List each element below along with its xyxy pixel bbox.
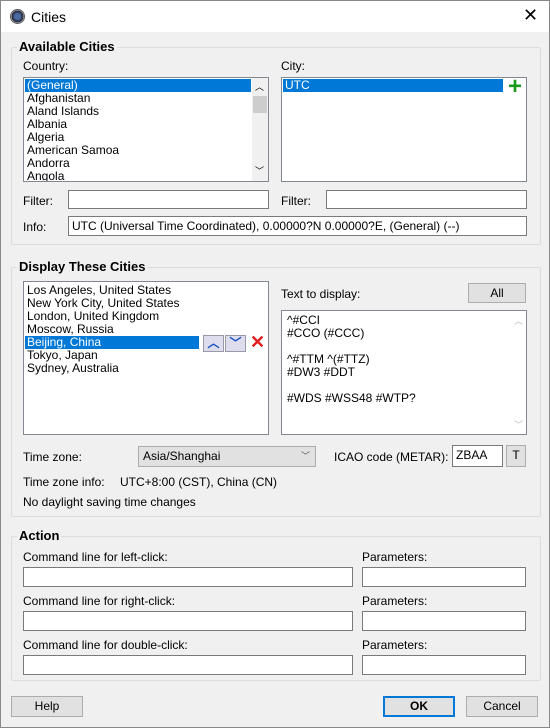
parameters-label: Parameters: xyxy=(362,594,428,608)
info-field: UTC (Universal Time Coordinated), 0.0000… xyxy=(68,216,527,236)
help-button[interactable]: Help xyxy=(11,696,83,717)
action-title: Action xyxy=(17,528,62,543)
text-line: #WDS #WSS48 #WTP? xyxy=(287,391,416,405)
window-title: Cities xyxy=(31,9,67,25)
parameters-label: Parameters: xyxy=(362,550,428,564)
country-list[interactable]: (General) Afghanistan Aland Islands Albania… xyxy=(23,77,269,182)
text-line: #DW3 #DDT xyxy=(287,365,356,379)
display-city-item[interactable]: Sydney, Australia xyxy=(25,362,267,375)
command-input[interactable] xyxy=(23,567,353,587)
city-item[interactable]: UTC xyxy=(283,79,503,92)
parameters-input[interactable] xyxy=(362,655,526,675)
command-label: Command line for right-click: xyxy=(23,594,176,608)
close-button[interactable]: ✕ xyxy=(523,5,538,26)
info-label: Info: xyxy=(23,220,47,234)
dst-text: No daylight saving time changes xyxy=(23,495,196,509)
parameters-input[interactable] xyxy=(362,611,526,631)
command-label: Command line for left-click: xyxy=(23,550,168,564)
ok-button[interactable]: OK xyxy=(383,696,455,717)
parameters-label: Parameters: xyxy=(362,638,428,652)
scroll-up-icon[interactable]: ︿ xyxy=(255,80,264,93)
tzinfo-label: Time zone info: xyxy=(23,475,105,489)
parameters-input[interactable] xyxy=(362,567,526,587)
globe-icon xyxy=(10,9,25,24)
city-filter-input[interactable] xyxy=(326,190,527,209)
move-down-icon[interactable]: ﹀ xyxy=(225,335,246,352)
display-cities-title: Display These Cities xyxy=(17,259,148,274)
text-to-display-textarea[interactable]: ^#CCI #CCO (#CCC) ^#TTM ^(#TTZ) #DW3 #DDT #W… xyxy=(281,310,527,435)
scroll-down-icon[interactable]: ﹀ xyxy=(255,164,264,177)
scroll-down-icon[interactable]: ﹀ xyxy=(514,418,523,431)
country-filter-input[interactable] xyxy=(68,190,269,209)
remove-icon[interactable]: ✕ xyxy=(247,333,268,352)
add-city-icon[interactable]: + xyxy=(505,78,525,99)
cancel-button[interactable]: Cancel xyxy=(466,696,538,717)
country-scrollbar[interactable]: ︿ ﹀ xyxy=(252,78,268,181)
command-input[interactable] xyxy=(23,611,353,631)
move-up-icon[interactable]: ︿ xyxy=(203,335,224,352)
all-button[interactable]: All xyxy=(468,283,526,303)
chevron-down-icon: ﹀ xyxy=(300,451,310,461)
icao-input[interactable]: ZBAA xyxy=(452,445,503,467)
scroll-thumb[interactable] xyxy=(253,96,267,113)
text-line: #CCO (#CCC) xyxy=(287,326,365,340)
command-input[interactable] xyxy=(23,655,353,675)
icao-label: ICAO code (METAR): xyxy=(334,450,449,464)
city-list[interactable]: UTC + xyxy=(281,77,527,182)
available-cities-title: Available Cities xyxy=(17,39,117,54)
scroll-up-icon[interactable]: ︿ xyxy=(514,314,523,327)
title-bar xyxy=(1,1,549,32)
timezone-label: Time zone: xyxy=(23,450,82,464)
command-label: Command line for double-click: xyxy=(23,638,188,652)
text-to-display-label: Text to display: xyxy=(281,287,361,301)
country-item[interactable]: Angola xyxy=(25,170,251,182)
country-filter-label: Filter: xyxy=(23,194,53,208)
city-filter-label: Filter: xyxy=(281,194,311,208)
display-cities-list[interactable]: Los Angeles, United States New York City,… xyxy=(23,281,269,435)
timezone-value: Asia/Shanghai xyxy=(143,449,221,463)
city-label: City: xyxy=(281,59,305,73)
t-button[interactable]: T xyxy=(506,445,526,467)
country-label: Country: xyxy=(23,59,69,73)
tzinfo-value: UTC+8:00 (CST), China (CN) xyxy=(120,475,278,489)
timezone-select[interactable]: Asia/Shanghai ﹀ xyxy=(138,446,316,467)
